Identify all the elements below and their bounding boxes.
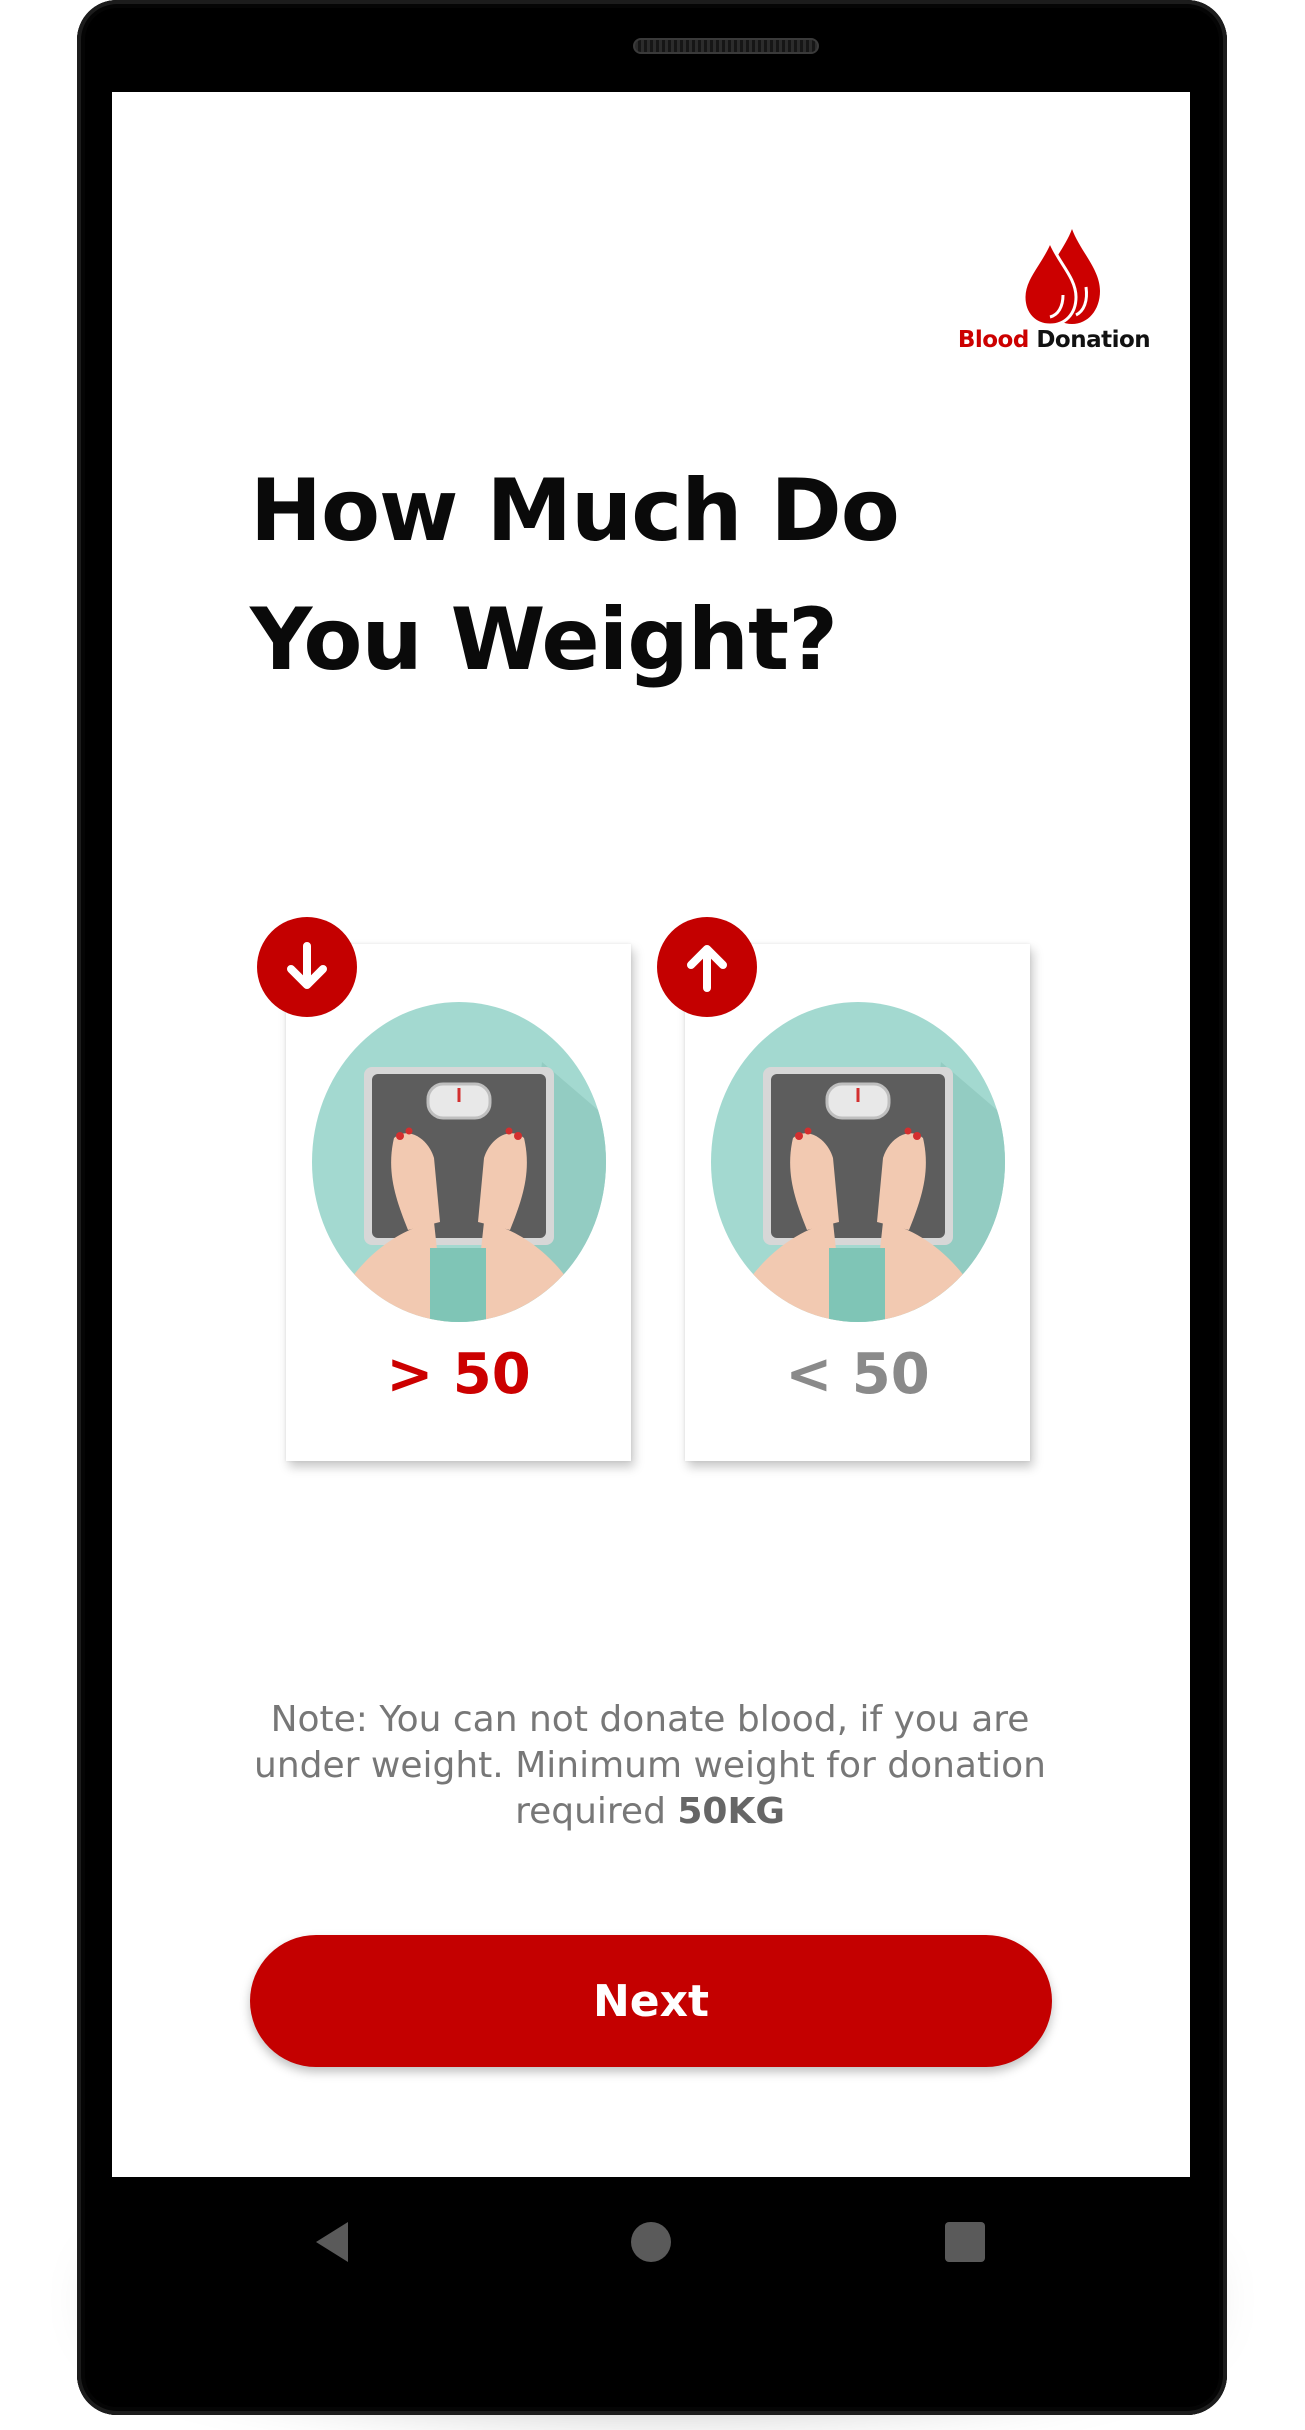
page-title-line-2: You Weight? — [250, 590, 838, 690]
arrow-up-icon — [687, 945, 727, 992]
arrow-up-badge — [657, 917, 757, 1017]
app-screen: Blood Donation How Much Do You Weight? >… — [112, 92, 1190, 2177]
page-title-line-1: How Much Do — [250, 461, 900, 561]
logo-word-blood: Blood — [957, 327, 1029, 353]
weight-option-label: > 50 — [386, 1342, 531, 1407]
bathroom-scale-illustration — [312, 1002, 606, 1322]
system-navigation-bar — [112, 2177, 1190, 2307]
weight-requirement-note: Note: You can not donate blood, if you a… — [250, 1697, 1050, 1835]
weight-option-above-50[interactable]: > 50 — [286, 944, 631, 1461]
home-icon[interactable] — [626, 2217, 676, 2267]
next-button[interactable]: Next — [250, 1935, 1052, 2067]
note-min-weight: 50KG — [677, 1791, 785, 1832]
weight-option-label: < 50 — [785, 1342, 930, 1407]
bathroom-scale-illustration — [711, 1002, 1005, 1322]
note-text: Note: You can not donate blood, if you a… — [254, 1699, 1046, 1832]
arrow-down-badge — [257, 917, 357, 1017]
back-icon[interactable] — [308, 2217, 358, 2267]
page-title: How Much Do You Weight? — [250, 447, 1050, 705]
arrow-down-icon — [287, 942, 327, 989]
app-logo: Blood Donation — [954, 227, 1154, 357]
weight-option-below-50[interactable]: < 50 — [685, 944, 1030, 1461]
blood-drops-icon — [1022, 229, 1100, 327]
earpiece-speaker — [633, 38, 819, 54]
recents-icon[interactable] — [940, 2217, 990, 2267]
logo-word-donation: Donation — [1036, 327, 1151, 353]
